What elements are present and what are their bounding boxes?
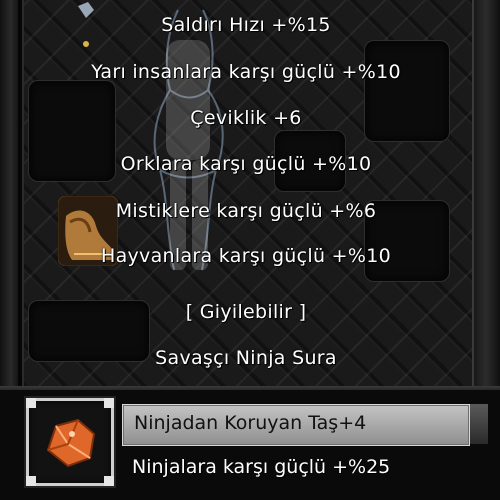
- tooltip-animal-bonus: Hayvanlara karşı güçlü +%10: [100, 245, 392, 267]
- tooltip-classes: Savaşçı Ninja Sura: [155, 347, 337, 369]
- item-name: Ninjadan Koruyan Taş+4: [134, 412, 367, 434]
- tooltip-mystic-bonus: Mistiklere karşı güçlü +%6: [115, 200, 377, 222]
- item-slot[interactable]: [26, 398, 114, 486]
- tooltip-dexterity: Çeviklik +6: [190, 107, 302, 129]
- tooltip-half-human-bonus: Yarı insanlara karşı güçlü +%10: [91, 61, 401, 83]
- tooltip-wearable: [ Giyilebilir ]: [185, 301, 307, 323]
- scrollbar[interactable]: [470, 404, 488, 444]
- item-bonus: Ninjalara karşı güçlü +%25: [132, 456, 391, 478]
- stone-icon: [46, 418, 96, 468]
- tooltip-attack-speed: Saldırı Hızı +%15: [161, 14, 331, 36]
- tooltip-orc-bonus: Orklara karşı güçlü +%10: [120, 153, 372, 175]
- item-tooltip: Saldırı Hızı +%15 Yarı insanlara karşı g…: [22, 0, 470, 390]
- game-window: Saldırı Hızı +%15 Yarı insanlara karşı g…: [0, 0, 500, 500]
